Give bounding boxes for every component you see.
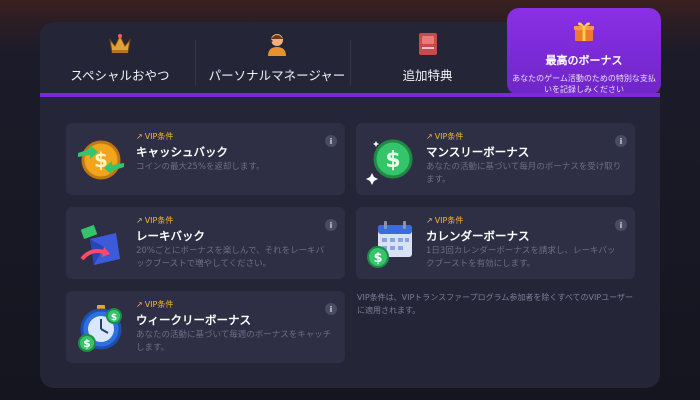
vip-badge: ↗ VIP条件 bbox=[136, 216, 174, 225]
active-tab-label: 最高のボーナス bbox=[545, 54, 623, 67]
calendar-icon: $ bbox=[366, 219, 416, 269]
card-title: キャッシュバック bbox=[136, 145, 228, 159]
tab-label: パーソナルマネージャー bbox=[208, 68, 346, 83]
card-description: あなたの活動に基づいて毎月のボーナスを受け取ります。 bbox=[426, 162, 622, 185]
card-description: 20%ごとにボーナスを楽しんで、それをレーキバックブーストで増やしてください。 bbox=[136, 246, 325, 269]
info-icon[interactable]: i bbox=[325, 219, 337, 231]
svg-text:$: $ bbox=[111, 313, 117, 323]
card-description: 1日3回カレンダーボーナスを請求し、レーキバックブーストを有効にします。 bbox=[426, 246, 616, 269]
trend-up-icon: ↗ bbox=[136, 300, 143, 309]
card-monthly-bonus[interactable]: $ ↗ VIP条件 マンスリーボーナス あなたの活動に基づいて毎月のボーナスを受け… bbox=[356, 123, 635, 195]
card-title: マンスリーボーナス bbox=[426, 145, 530, 159]
card-title: カレンダーボーナス bbox=[426, 229, 530, 243]
vip-badge: ↗ VIP条件 bbox=[136, 300, 174, 309]
trend-up-icon: ↗ bbox=[136, 132, 143, 141]
gift-box-icon bbox=[573, 20, 595, 46]
info-icon[interactable]: i bbox=[615, 219, 627, 231]
svg-text:$: $ bbox=[385, 148, 400, 173]
vip-badge: ↗ VIP条件 bbox=[136, 132, 174, 141]
info-icon[interactable]: i bbox=[325, 303, 337, 315]
card-description: コインの最大25%を返却します。 bbox=[136, 162, 265, 172]
card-weekly-bonus[interactable]: $ $ ↗ VIP条件 ウィークリーボーナス あなたの活動に基づいて毎週のボーナス… bbox=[66, 291, 345, 363]
vip-badge: ↗ VIP条件 bbox=[426, 216, 464, 225]
tab-extra-perks[interactable]: 追加特典 bbox=[360, 24, 495, 96]
gift-card-icon bbox=[415, 31, 441, 57]
info-icon[interactable]: i bbox=[325, 135, 337, 147]
tab-underline bbox=[40, 93, 660, 97]
tab-bar: スペシャルおやつ パーソナルマネージャー 追加特典 最高のボーナス あなたのゲー… bbox=[40, 8, 661, 96]
svg-text:$: $ bbox=[83, 337, 91, 350]
card-rakeback[interactable]: ↗ VIP条件 レーキバック 20%ごとにボーナスを楽しんで、それをレーキバックブ… bbox=[66, 207, 345, 279]
tab-divider bbox=[350, 40, 351, 86]
rakeback-icon bbox=[76, 219, 126, 269]
card-calendar-bonus[interactable]: $ ↗ VIP条件 カレンダーボーナス 1日3回カレンダーボーナスを請求し、レーキ… bbox=[356, 207, 635, 279]
trend-up-icon: ↗ bbox=[136, 216, 143, 225]
tab-label: スペシャルおやつ bbox=[70, 68, 170, 83]
card-cashback[interactable]: $ ↗ VIP条件 キャッシュバック コインの最大25%を返却します。 i bbox=[66, 123, 345, 195]
tab-label: 追加特典 bbox=[402, 68, 453, 83]
cashback-coin-icon: $ bbox=[76, 135, 126, 185]
tab-divider bbox=[195, 40, 196, 86]
trend-up-icon: ↗ bbox=[426, 216, 433, 225]
vip-badge: ↗ VIP条件 bbox=[426, 132, 464, 141]
card-title: ウィークリーボーナス bbox=[136, 313, 251, 327]
tab-personal-manager[interactable]: パーソナルマネージャー bbox=[202, 24, 352, 96]
tab-best-bonus[interactable]: 最高のボーナス あなたのゲーム活動のための特別な支払いを記録しみください bbox=[507, 8, 661, 94]
crown-icon bbox=[107, 31, 133, 57]
tab-special-treats[interactable]: スペシャルおやつ bbox=[50, 24, 190, 96]
card-description: あなたの活動に基づいて毎週のボーナスをキャッチします。 bbox=[136, 330, 332, 353]
manager-icon bbox=[264, 31, 290, 57]
vip-footnote: VIP条件は、VIPトランスファープログラム参加者を除くすべてのVIPユーザーに… bbox=[357, 293, 634, 315]
info-icon[interactable]: i bbox=[615, 135, 627, 147]
monthly-coin-icon: $ bbox=[366, 135, 416, 185]
card-title: レーキバック bbox=[136, 229, 205, 243]
svg-text:$: $ bbox=[373, 251, 382, 266]
active-tab-subtitle: あなたのゲーム活動のための特別な支払いを記録しみください bbox=[512, 74, 656, 94]
stopwatch-icon: $ $ bbox=[76, 303, 126, 353]
trend-up-icon: ↗ bbox=[426, 132, 433, 141]
